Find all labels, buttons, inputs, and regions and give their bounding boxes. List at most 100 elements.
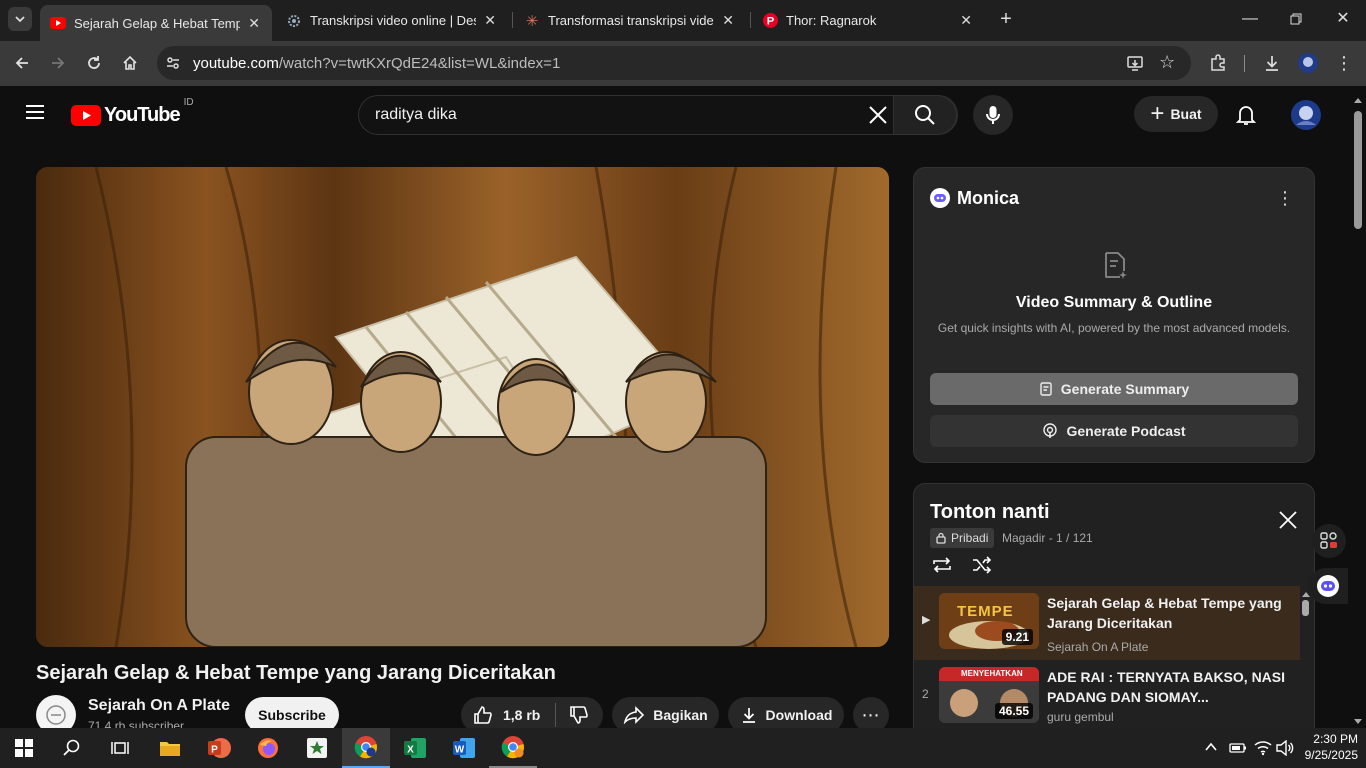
install-app-icon[interactable] xyxy=(1126,54,1144,77)
browser-menu-button[interactable]: ⋮ xyxy=(1332,51,1356,75)
extensions-button[interactable] xyxy=(1206,51,1230,75)
tab-search-button[interactable] xyxy=(8,7,32,31)
back-button[interactable] xyxy=(10,51,34,75)
new-tab-button[interactable]: + xyxy=(996,8,1016,30)
clear-search-icon[interactable] xyxy=(867,104,889,126)
task-view-icon xyxy=(111,742,129,754)
profile-avatar[interactable] xyxy=(1296,51,1320,75)
site-info-icon[interactable] xyxy=(165,55,181,71)
playlist-scrollbar[interactable] xyxy=(1302,592,1310,728)
window-close-button[interactable]: ✕ xyxy=(1333,8,1353,30)
page-scrollbar[interactable] xyxy=(1352,94,1364,728)
thumbnail-text: TEMPE xyxy=(957,603,1014,620)
task-view-button[interactable] xyxy=(96,728,144,768)
generate-podcast-button[interactable]: Generate Podcast xyxy=(930,415,1298,447)
more-actions-button[interactable]: ⋯ xyxy=(853,697,889,728)
close-icon[interactable]: ✕ xyxy=(246,15,262,32)
pinned-app-button[interactable] xyxy=(293,728,341,768)
downloads-button[interactable] xyxy=(1260,51,1284,75)
powerpoint-icon: P xyxy=(208,738,231,758)
youtube-logo[interactable]: YouTube ID xyxy=(71,97,194,127)
puzzle-icon xyxy=(1211,54,1225,71)
battery-icon[interactable] xyxy=(1229,741,1247,759)
notifications-button[interactable] xyxy=(1234,103,1258,132)
voice-search-button[interactable] xyxy=(973,95,1013,135)
monica-menu-icon[interactable]: ⋮ xyxy=(1276,188,1294,209)
video-player[interactable] xyxy=(36,167,889,647)
search-box: raditya dika xyxy=(358,95,958,135)
windows-taskbar: P X W 2:30 PM 9/25/2025 xyxy=(0,728,1366,768)
playlist-title[interactable]: Tonton nanti xyxy=(930,501,1050,524)
bell-icon xyxy=(1235,106,1257,125)
chrome-active-button[interactable] xyxy=(342,728,390,768)
bookmark-star-icon[interactable]: ☆ xyxy=(1159,52,1175,73)
scrollbar-thumb[interactable] xyxy=(1354,111,1362,229)
taskbar-clock[interactable]: 2:30 PM 9/25/2025 xyxy=(1300,731,1358,763)
dislike-button[interactable] xyxy=(556,705,602,725)
plus-icon: + xyxy=(1150,100,1165,127)
playlist-item-2[interactable]: 2 MENYEHATKAN 46.55 ADE RAI : TERNYATA B… xyxy=(914,660,1300,728)
forward-button[interactable] xyxy=(46,51,70,75)
hamburger-menu-button[interactable] xyxy=(24,103,48,127)
pinterest-icon: P xyxy=(762,13,778,29)
logo-text: YouTube xyxy=(104,103,181,126)
account-avatar[interactable] xyxy=(1290,99,1322,136)
tab-transformasi[interactable]: ✳ Transformasi transkripsi video n ✕ xyxy=(514,6,746,35)
search-button[interactable] xyxy=(893,95,957,135)
scroll-up-arrow[interactable] xyxy=(1354,98,1362,103)
playlist-item-1[interactable]: ▶ TEMPE 9.21 Sejarah Gelap & Hebat Tempe… xyxy=(914,586,1300,660)
wifi-icon[interactable] xyxy=(1254,740,1272,761)
excel-button[interactable]: X xyxy=(391,728,439,768)
tab-transkripsi[interactable]: Transkripsi video online | Desgr ✕ xyxy=(276,6,508,35)
apps-widget-button[interactable] xyxy=(1312,524,1346,558)
video-frame-illustration xyxy=(36,167,889,647)
word-button[interactable]: W xyxy=(440,728,488,768)
channel-name[interactable]: Sejarah On A Plate xyxy=(88,697,230,715)
scroll-down-arrow[interactable] xyxy=(1354,719,1362,724)
create-button[interactable]: + Buat xyxy=(1134,96,1218,132)
menu-icon xyxy=(26,105,44,119)
start-button[interactable] xyxy=(0,728,48,768)
close-playlist-button[interactable] xyxy=(1278,510,1298,535)
arrow-right-icon xyxy=(52,57,65,69)
arrow-left-icon xyxy=(15,57,28,69)
loop-button[interactable] xyxy=(931,556,953,579)
close-icon[interactable]: ✕ xyxy=(958,12,974,29)
chrome-profile-button[interactable] xyxy=(489,728,537,768)
subscribe-button[interactable]: Subscribe xyxy=(245,697,339,728)
tab-youtube[interactable]: Sejarah Gelap & Hebat Tempe y ✕ xyxy=(40,5,272,41)
generate-summary-button[interactable]: Generate Summary xyxy=(930,373,1298,405)
scrollbar-thumb[interactable] xyxy=(1302,600,1309,616)
show-hidden-icons-button[interactable] xyxy=(1204,740,1218,759)
word-icon: W xyxy=(453,738,475,758)
clock-date: 9/25/2025 xyxy=(1304,748,1358,762)
powerpoint-button[interactable]: P xyxy=(195,728,243,768)
reload-button[interactable] xyxy=(82,51,106,75)
tab-thor[interactable]: P Thor: Ragnarok ✕ xyxy=(752,6,984,35)
search-icon xyxy=(915,105,935,125)
like-dislike-group: 1,8 rb xyxy=(461,697,603,728)
tab-title: Transkripsi video online | Desgr xyxy=(310,13,477,28)
download-button[interactable]: Download xyxy=(728,697,844,728)
firefox-button[interactable] xyxy=(244,728,292,768)
channel-avatar[interactable] xyxy=(36,695,76,728)
home-button[interactable] xyxy=(118,51,142,75)
playlist-item-channel: guru gembul xyxy=(1047,710,1114,724)
volume-icon[interactable] xyxy=(1276,739,1294,761)
subscriber-count: 71,4 rb subscriber xyxy=(88,719,185,728)
lock-icon xyxy=(936,532,946,544)
svg-text:P: P xyxy=(211,745,218,756)
close-icon[interactable]: ✕ xyxy=(482,12,498,29)
download-icon xyxy=(742,708,755,723)
search-input[interactable]: raditya dika xyxy=(375,106,457,124)
address-bar[interactable]: youtube.com/watch?v=twtKXrQdE24&list=WL&… xyxy=(157,46,1191,80)
like-button[interactable]: 1,8 rb xyxy=(461,705,555,725)
monica-floating-button[interactable] xyxy=(1308,568,1348,604)
close-icon[interactable]: ✕ xyxy=(720,12,736,29)
restore-button[interactable] xyxy=(1286,8,1306,30)
minimize-button[interactable]: — xyxy=(1240,8,1260,30)
taskbar-search-button[interactable] xyxy=(48,728,96,768)
file-explorer-button[interactable] xyxy=(146,728,194,768)
share-button[interactable]: Bagikan xyxy=(612,697,719,728)
shuffle-button[interactable] xyxy=(971,556,993,579)
